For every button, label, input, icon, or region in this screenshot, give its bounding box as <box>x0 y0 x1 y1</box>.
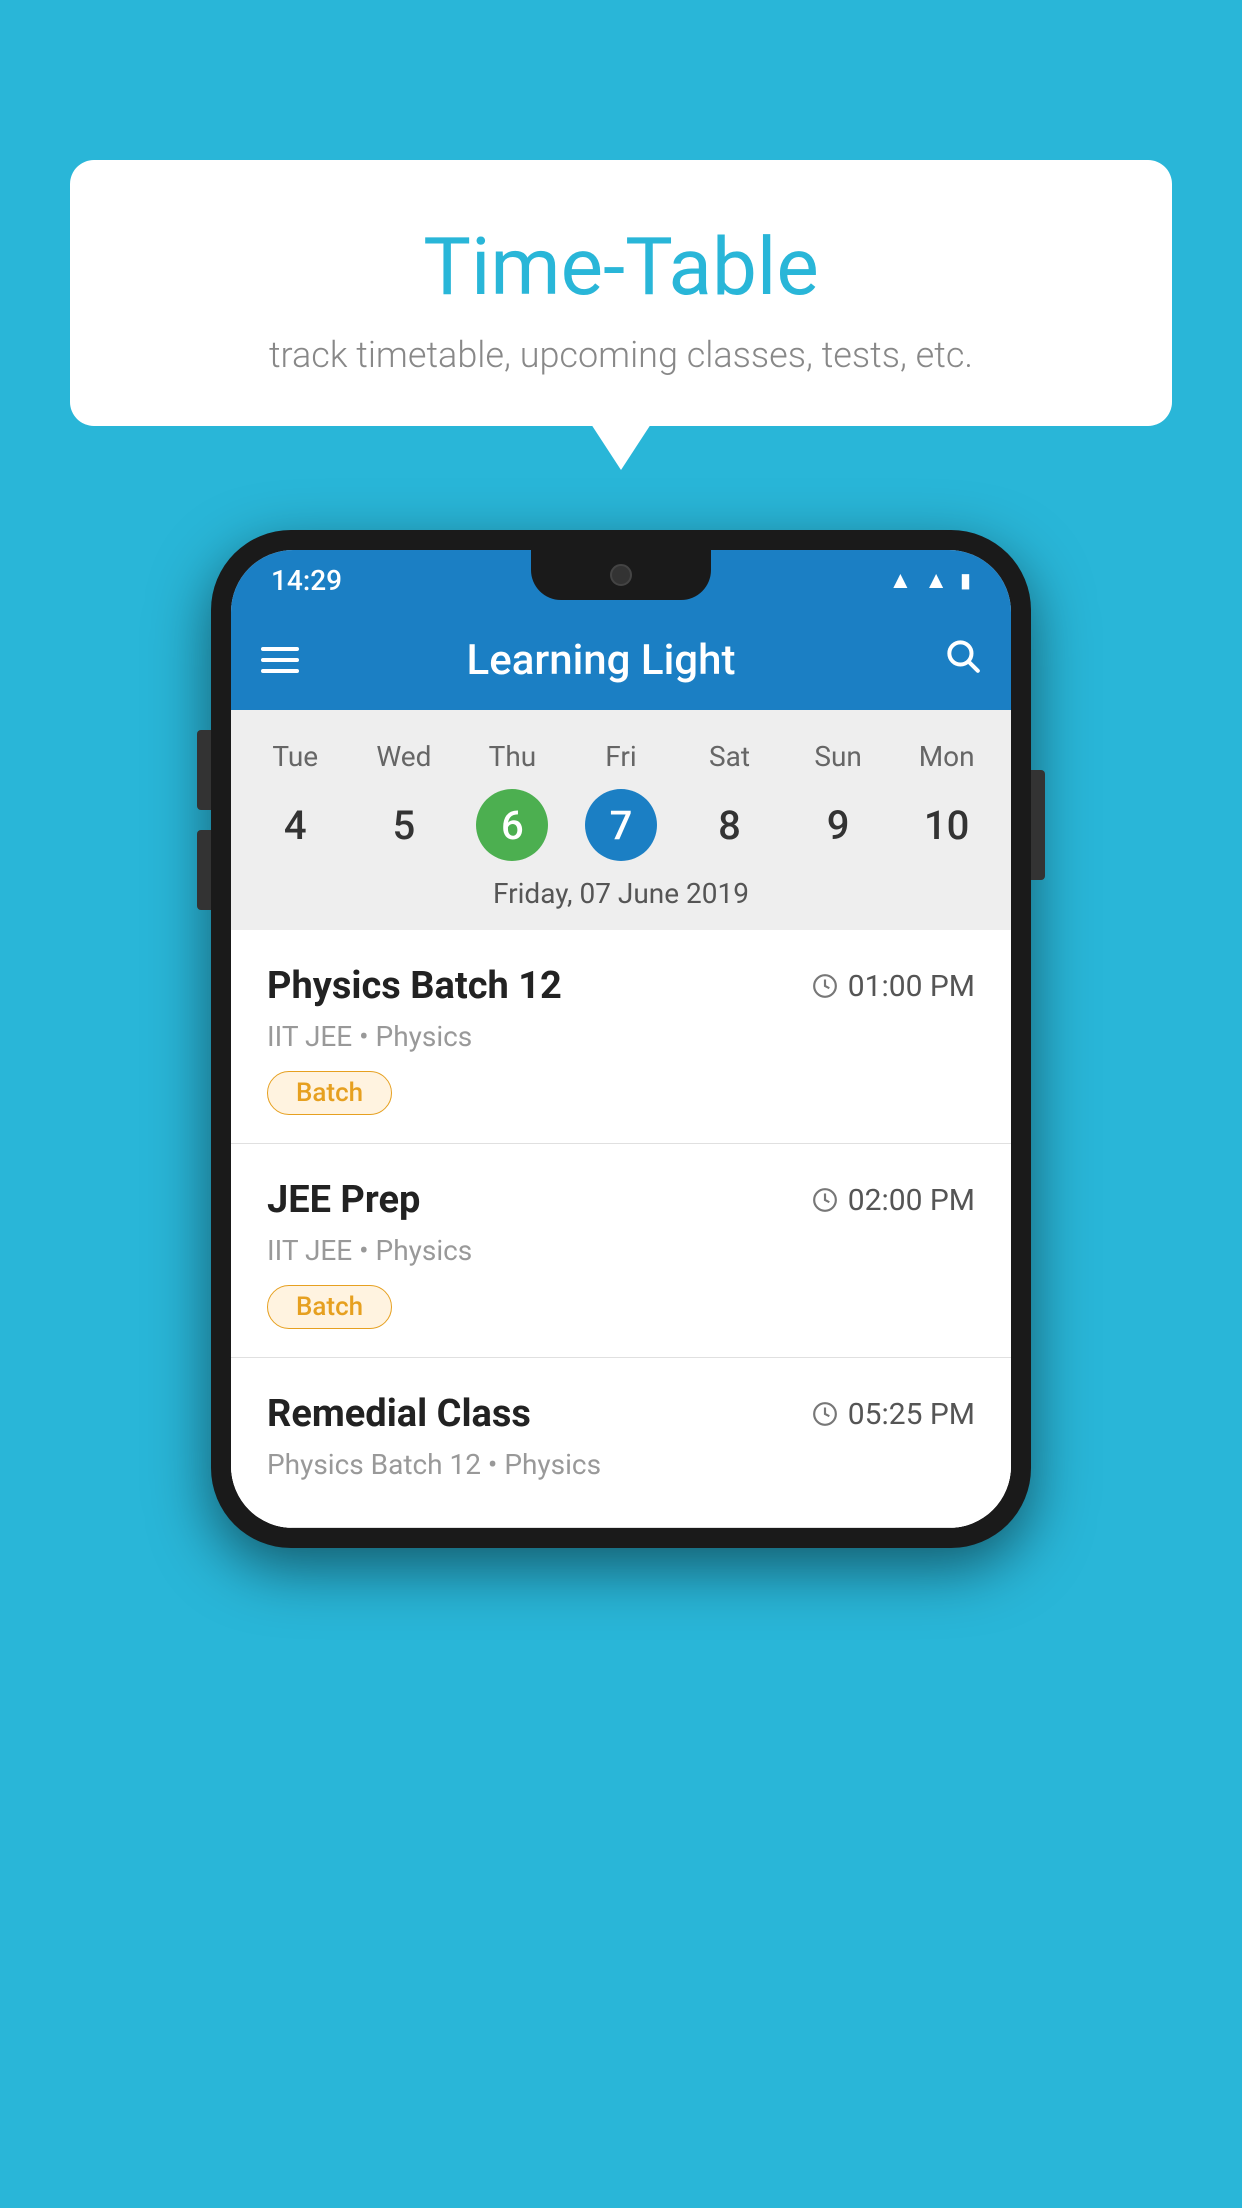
schedule-list: Physics Batch 12 01:00 PM IIT JEE • Physic… <box>231 930 1011 1528</box>
search-button[interactable] <box>943 636 981 684</box>
day-number: 4 <box>259 789 331 861</box>
clock-icon <box>812 973 838 999</box>
class-name: JEE Prep <box>267 1178 420 1222</box>
day-number: 6 <box>476 789 548 861</box>
days-row: Tue 4 Wed 5 Thu 6 Fri 7 Sat 8 Sun 9 Mon 10 <box>231 730 1011 861</box>
class-time: 05:25 PM <box>812 1397 975 1432</box>
volume-up-button <box>197 730 211 810</box>
schedule-item[interactable]: Remedial Class 05:25 PM Physics Batch 12 •… <box>231 1358 1011 1528</box>
tooltip-subtitle: track timetable, upcoming classes, tests… <box>120 334 1122 376</box>
schedule-item[interactable]: Physics Batch 12 01:00 PM IIT JEE • Physic… <box>231 930 1011 1144</box>
front-camera <box>610 564 632 586</box>
schedule-item[interactable]: JEE Prep 02:00 PM IIT JEE • Physics Batch <box>231 1144 1011 1358</box>
day-col-4[interactable]: Tue 4 <box>245 740 345 861</box>
day-name: Wed <box>376 740 431 773</box>
phone-screen: 14:29 ▲ ▲ ▮ Learning Light <box>231 550 1011 1528</box>
phone-outer: 14:29 ▲ ▲ ▮ Learning Light <box>211 530 1031 1548</box>
selected-date-label: Friday, 07 June 2019 <box>231 861 1011 930</box>
class-name: Physics Batch 12 <box>267 964 562 1008</box>
phone-mockup: 14:29 ▲ ▲ ▮ Learning Light <box>211 530 1031 1548</box>
class-meta: Physics Batch 12 • Physics <box>267 1448 975 1481</box>
class-time: 02:00 PM <box>812 1183 975 1218</box>
clock-icon <box>812 1401 838 1427</box>
tooltip-card: Time-Table track timetable, upcoming cla… <box>70 160 1172 426</box>
day-name: Sat <box>709 740 750 773</box>
power-button <box>1031 770 1045 880</box>
class-meta: IIT JEE • Physics <box>267 1234 975 1267</box>
status-icons: ▲ ▲ ▮ <box>888 566 971 595</box>
wifi-icon: ▲ <box>888 566 912 595</box>
calendar-section: Tue 4 Wed 5 Thu 6 Fri 7 Sat 8 Sun 9 Mon 10 Friday, 07… <box>231 710 1011 930</box>
status-time: 14:29 <box>271 564 342 597</box>
day-number: 7 <box>585 789 657 861</box>
day-name: Fri <box>605 740 636 773</box>
signal-icon: ▲ <box>924 566 948 595</box>
schedule-item-header: Remedial Class 05:25 PM <box>267 1392 975 1436</box>
day-col-6[interactable]: Thu 6 <box>462 740 562 861</box>
class-name: Remedial Class <box>267 1392 531 1436</box>
day-number: 5 <box>368 789 440 861</box>
batch-badge: Batch <box>267 1071 392 1115</box>
day-number: 9 <box>802 789 874 861</box>
day-col-8[interactable]: Sat 8 <box>680 740 780 861</box>
clock-icon <box>812 1187 838 1213</box>
day-col-7[interactable]: Fri 7 <box>571 740 671 861</box>
batch-badge: Batch <box>267 1285 392 1329</box>
class-meta: IIT JEE • Physics <box>267 1020 975 1053</box>
volume-down-button <box>197 830 211 910</box>
battery-icon: ▮ <box>960 568 971 592</box>
schedule-item-header: Physics Batch 12 01:00 PM <box>267 964 975 1008</box>
day-name: Mon <box>919 740 975 773</box>
day-name: Thu <box>489 740 537 773</box>
day-number: 10 <box>911 789 983 861</box>
tooltip-title: Time-Table <box>120 220 1122 314</box>
schedule-item-header: JEE Prep 02:00 PM <box>267 1178 975 1222</box>
day-col-9[interactable]: Sun 9 <box>788 740 888 861</box>
day-name: Sun <box>814 740 862 773</box>
day-col-5[interactable]: Wed 5 <box>354 740 454 861</box>
class-time: 01:00 PM <box>812 969 975 1004</box>
day-col-10[interactable]: Mon 10 <box>897 740 997 861</box>
phone-notch <box>531 550 711 600</box>
app-title: Learning Light <box>259 636 943 685</box>
app-bar: Learning Light <box>231 610 1011 710</box>
day-name: Tue <box>272 740 318 773</box>
day-number: 8 <box>694 789 766 861</box>
